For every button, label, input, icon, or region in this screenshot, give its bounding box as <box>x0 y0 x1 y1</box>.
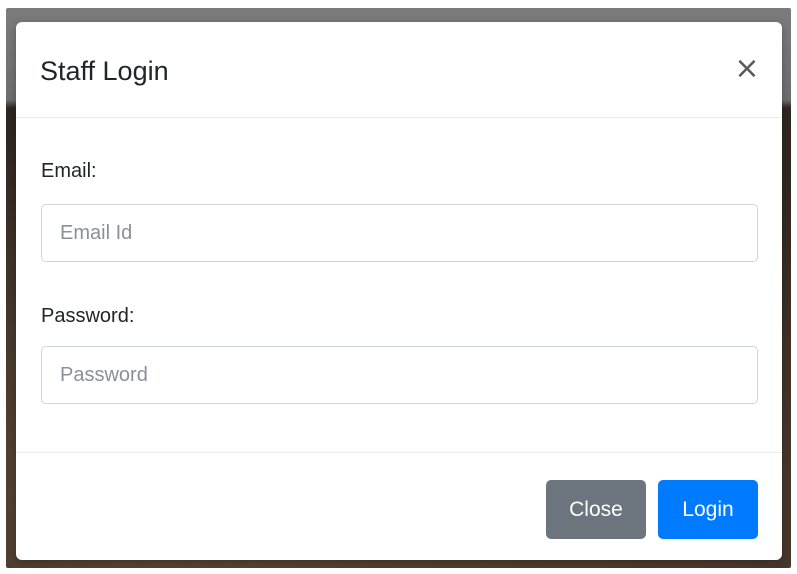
modal-header: Staff Login × <box>16 22 782 118</box>
modal-title: Staff Login <box>40 56 169 86</box>
email-field[interactable] <box>41 204 758 262</box>
staff-login-modal: Staff Login × Email: Password: Close Log… <box>16 22 782 560</box>
close-icon[interactable]: × <box>732 52 762 86</box>
modal-footer: Close Login <box>16 452 782 560</box>
login-button[interactable]: Login <box>658 480 758 539</box>
close-button[interactable]: Close <box>546 480 646 539</box>
password-field[interactable] <box>41 346 758 404</box>
modal-body: Email: Password: <box>16 118 782 452</box>
password-label: Password: <box>41 305 135 327</box>
email-label: Email: <box>41 160 97 182</box>
